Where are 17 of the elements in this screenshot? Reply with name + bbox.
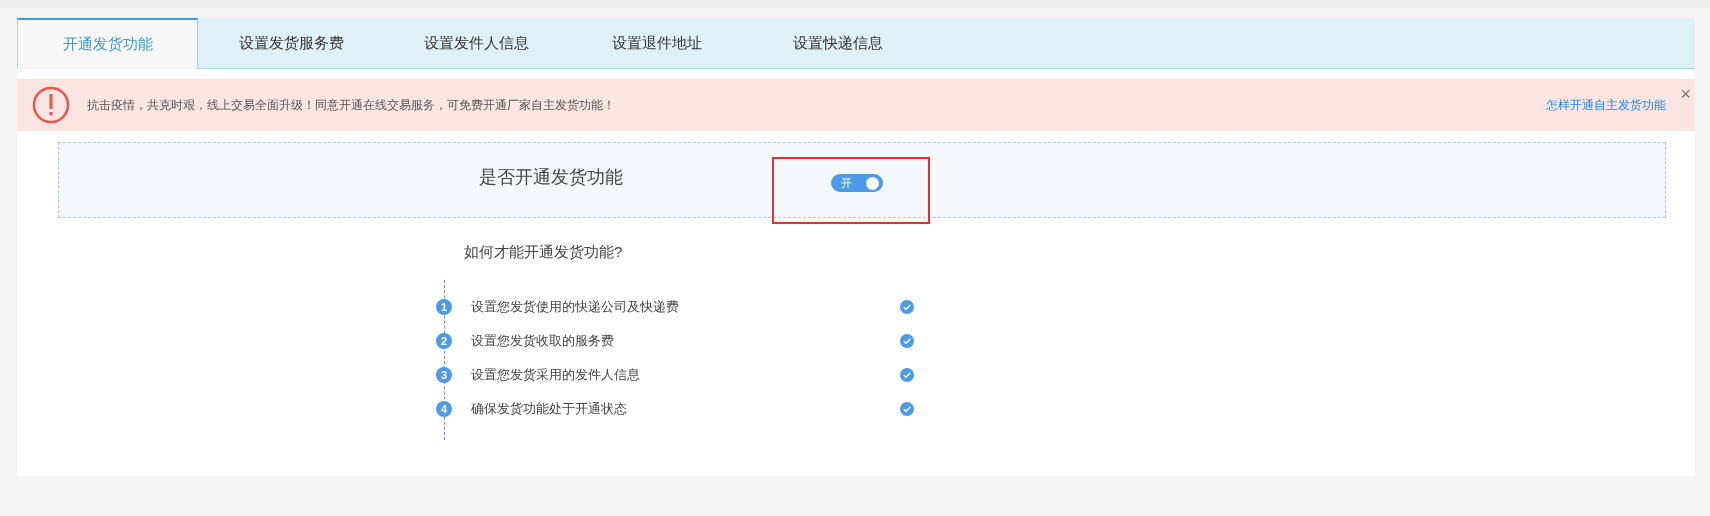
close-button[interactable]: ×	[1680, 85, 1691, 103]
step-number: 2	[436, 333, 452, 349]
step-number: 4	[436, 401, 452, 417]
tab[interactable]: 设置发件人信息	[384, 18, 568, 68]
setting-label: 是否开通发货功能	[479, 166, 623, 189]
guide-question: 如何才能开通发货功能?	[464, 243, 623, 262]
step-text: 设置您发货收取的服务费	[471, 332, 615, 350]
step-text: 确保发货功能处于开通状态	[471, 400, 628, 418]
step-text: 设置您发货采用的发件人信息	[471, 366, 641, 384]
step-number: 3	[436, 367, 452, 383]
step-text: 设置您发货使用的快递公司及快递费	[471, 298, 680, 316]
warning-icon	[31, 85, 71, 125]
tab[interactable]: 设置退件地址	[568, 18, 746, 68]
tab[interactable]: 设置快递信息	[746, 18, 930, 68]
step-number: 1	[436, 299, 452, 315]
tab[interactable]: 设置发货服务费	[198, 18, 384, 68]
alert-message: 抗击疫情，共克时艰，线上交易全面升级！同意开通在线交易服务，可免费开通厂家自主发货功能！	[87, 96, 616, 114]
